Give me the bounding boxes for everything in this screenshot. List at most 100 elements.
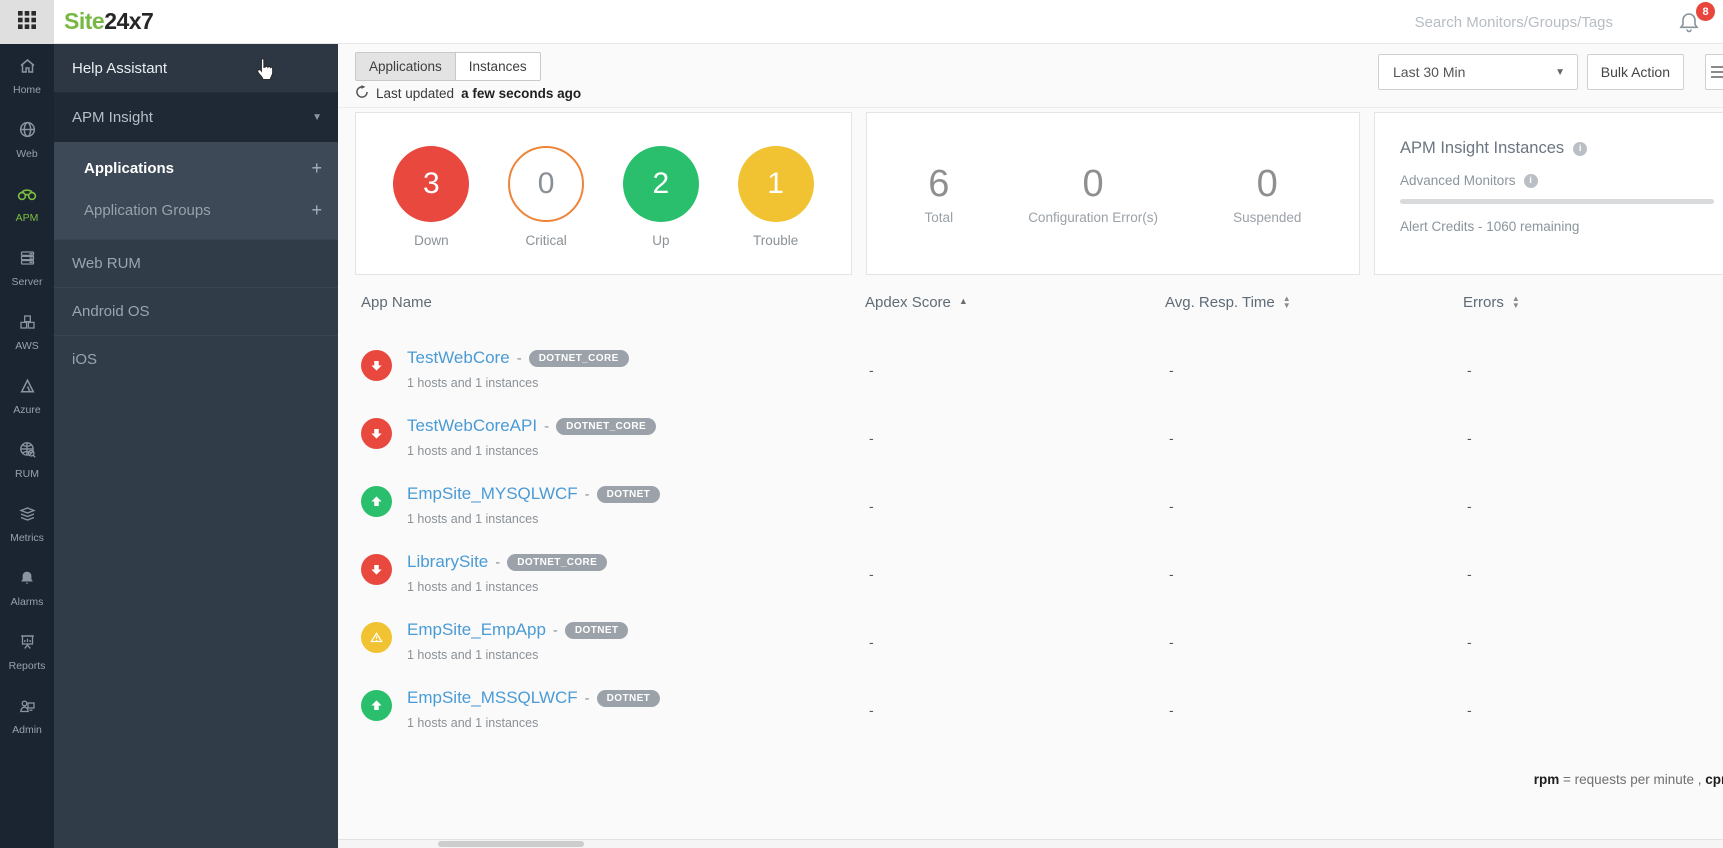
down-count-circle[interactable]: 3: [393, 146, 470, 222]
rail-item-alarms[interactable]: Alarms: [0, 556, 54, 620]
bulk-action-button[interactable]: Bulk Action: [1586, 54, 1684, 90]
rail-item-label: Reports: [8, 659, 46, 672]
platform-badge: DOTNET: [596, 689, 661, 707]
time-range-select[interactable]: Last 30 Min ▼: [1378, 54, 1578, 90]
column-header-avg-resp-time[interactable]: Avg. Resp. Time ▲ ▼: [1155, 294, 1455, 332]
sidebar-item-web-rum[interactable]: Web RUM: [54, 239, 338, 287]
sidebar-item-application-groups[interactable]: Application Groups +: [54, 189, 338, 231]
platform-badge: DOTNET_CORE: [556, 417, 657, 435]
add-application-group-icon[interactable]: +: [311, 200, 322, 221]
sidebar-item-help-assistant[interactable]: Help Assistant: [54, 44, 338, 93]
totals-panel: 6 Total 0 Configuration Error(s) 0 Suspe…: [866, 112, 1360, 275]
apdex-score-value: -: [869, 566, 874, 582]
sidebar-item-ios[interactable]: iOS: [54, 335, 338, 383]
errors-value: -: [1467, 566, 1472, 582]
column-header-apdex-score[interactable]: Apdex Score ▲: [855, 294, 1155, 332]
status-up[interactable]: 2 Up: [622, 113, 699, 274]
info-icon[interactable]: i: [1523, 173, 1538, 188]
app-link[interactable]: EmpSite_EmpApp: [407, 620, 546, 640]
scrollbar-thumb[interactable]: [438, 841, 584, 847]
total-label: Total: [924, 210, 954, 225]
refresh-icon[interactable]: [355, 85, 369, 102]
sidebar-item-android-os[interactable]: Android OS: [54, 287, 338, 335]
platform-badge: DOTNET: [564, 621, 629, 639]
status-down-icon: [361, 350, 392, 381]
binoculars-apm-icon: [16, 185, 38, 208]
site24x7-logo[interactable]: Site24x7: [64, 8, 154, 35]
sort-asc-icon[interactable]: ▲: [959, 296, 968, 306]
up-count-circle[interactable]: 2: [622, 146, 699, 222]
rail-item-label: Home: [12, 83, 41, 96]
rail-item-azure[interactable]: Azure: [0, 364, 54, 428]
rail-item-web[interactable]: Web: [0, 108, 54, 172]
apm-insight-submenu: Applications + Application Groups +: [54, 142, 338, 239]
status-critical[interactable]: 0 Critical: [508, 113, 585, 274]
advanced-monitors-label: Advanced Monitors: [1400, 173, 1516, 188]
column-header-errors[interactable]: Errors ▲ ▼: [1455, 294, 1723, 332]
status-down-icon: [361, 418, 392, 449]
status-trouble[interactable]: 1 Trouble: [737, 113, 814, 274]
app-link[interactable]: TestWebCoreAPI: [407, 416, 537, 436]
aws-cubes-icon: [18, 313, 37, 336]
app-link[interactable]: EmpSite_MSSQLWCF: [407, 688, 578, 708]
table-row: TestWebCore - DOTNET_CORE 1 hosts and 1 …: [355, 332, 1723, 400]
add-application-icon[interactable]: +: [311, 158, 322, 179]
rail-item-admin[interactable]: Admin: [0, 684, 54, 748]
rail-item-server[interactable]: Server: [0, 236, 54, 300]
status-down[interactable]: 3 Down: [393, 113, 470, 274]
help-assistant-label: Help Assistant: [72, 59, 168, 77]
rail-item-home[interactable]: Home: [0, 44, 54, 108]
app-link[interactable]: EmpSite_MYSQLWCF: [407, 484, 578, 504]
status-trouble-icon: [361, 622, 392, 653]
notification-count-badge[interactable]: 8: [1696, 2, 1715, 21]
suspended-label: Suspended: [1233, 210, 1302, 225]
trouble-count-circle[interactable]: 1: [737, 146, 814, 222]
avg-resp-time-value: -: [1169, 498, 1174, 514]
rail-item-metrics[interactable]: Metrics: [0, 492, 54, 556]
table-row: EmpSite_MYSQLWCF - DOTNET 1 hosts and 1 …: [355, 468, 1723, 536]
apdex-score-value: -: [869, 362, 874, 378]
rail-item-label: AWS: [15, 339, 39, 352]
errors-value: -: [1467, 498, 1472, 514]
column-header-app-name[interactable]: App Name: [355, 294, 855, 332]
chevron-down-icon: ▼: [312, 112, 322, 123]
platform-badge: DOTNET: [596, 485, 661, 503]
search-input[interactable]: [1283, 6, 1613, 38]
app-link[interactable]: TestWebCore: [407, 348, 510, 368]
main-content: Applications Instances Last updated a fe…: [338, 44, 1723, 848]
tab-applications[interactable]: Applications: [356, 53, 456, 80]
sort-icon[interactable]: ▲ ▼: [1283, 295, 1291, 310]
apm-insight-label: APM Insight: [72, 109, 153, 126]
sort-icon[interactable]: ▲ ▼: [1512, 295, 1520, 310]
avg-resp-time-value: -: [1169, 362, 1174, 378]
hosts-instances-text: 1 hosts and 1 instances: [407, 716, 539, 730]
app-launcher-button[interactable]: [0, 0, 54, 44]
tab-instances[interactable]: Instances: [456, 53, 540, 80]
apm-insight-instances-panel: APM Insight Instances i Advanced Monitor…: [1374, 112, 1723, 275]
horizontal-scrollbar[interactable]: [338, 839, 1723, 848]
critical-count-circle[interactable]: 0: [508, 146, 585, 222]
hosts-instances-text: 1 hosts and 1 instances: [407, 444, 539, 458]
avg-resp-time-value: -: [1169, 634, 1174, 650]
app-link[interactable]: LibrarySite: [407, 552, 488, 572]
info-icon[interactable]: i: [1573, 141, 1588, 156]
apm-sidebar: Help Assistant APM Insight ▼ Application…: [54, 44, 338, 848]
view-tabs: Applications Instances: [355, 52, 541, 81]
critical-label: Critical: [525, 233, 567, 248]
configuration-errors-label: Configuration Error(s): [1028, 210, 1158, 225]
list-view-toggle-button[interactable]: [1705, 54, 1723, 90]
status-summary-panel: 3 Down 0 Critical 2 Up 1 Trouble: [355, 112, 852, 275]
top-bar: Site24x7 8: [0, 0, 1723, 44]
status-up-icon: [361, 486, 392, 517]
table-row: EmpSite_MSSQLWCF - DOTNET 1 hosts and 1 …: [355, 672, 1723, 740]
rail-item-rum[interactable]: RUM: [0, 428, 54, 492]
rail-item-reports[interactable]: Reports: [0, 620, 54, 684]
rail-item-apm[interactable]: APM: [0, 172, 54, 236]
alert-credits-text: Alert Credits - 1060 remaining: [1400, 219, 1580, 234]
units-legend: rpm = requests per minute , cpm: [1533, 772, 1723, 787]
hosts-instances-text: 1 hosts and 1 instances: [407, 648, 539, 662]
sidebar-item-applications[interactable]: Applications +: [54, 147, 338, 189]
configuration-errors-value: 0: [1082, 163, 1104, 205]
rail-item-aws[interactable]: AWS: [0, 300, 54, 364]
sidebar-section-apm-insight[interactable]: APM Insight ▼: [54, 93, 338, 142]
